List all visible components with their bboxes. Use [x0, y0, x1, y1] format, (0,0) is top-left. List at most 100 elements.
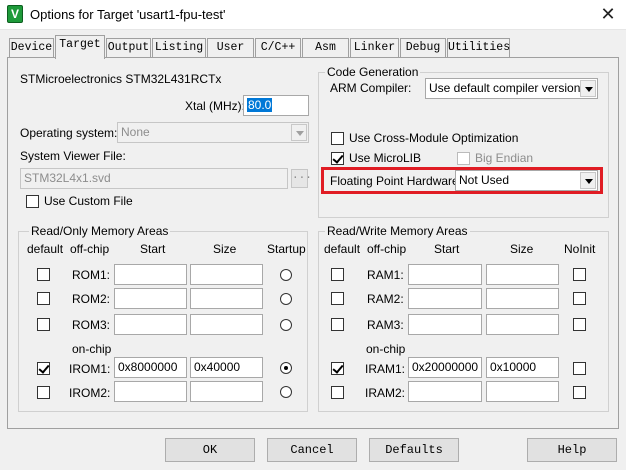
defaults-button[interactable]: Defaults [369, 438, 459, 462]
ram3-size-input[interactable] [486, 314, 559, 335]
rom2-label: ROM2: [72, 292, 111, 306]
iram2-size-input[interactable] [486, 381, 559, 402]
ro-col-start: Start [140, 242, 166, 256]
os-select[interactable]: None [117, 122, 309, 143]
ro-col-startup: Startup [267, 242, 306, 256]
ram3-start-input[interactable] [408, 314, 482, 335]
tab-asm[interactable]: Asm [302, 38, 349, 58]
ram1-size-input[interactable] [486, 264, 559, 285]
irom1-default-checkbox[interactable] [37, 362, 50, 375]
tab-c-cpp[interactable]: C/C++ [255, 38, 301, 58]
iram2-default-checkbox[interactable] [331, 386, 344, 399]
irom1-startup-radio[interactable] [280, 362, 292, 374]
cancel-button[interactable]: Cancel [267, 438, 357, 462]
irom1-label: IROM1: [69, 362, 111, 376]
ok-button[interactable]: OK [165, 438, 255, 462]
arm-compiler-select[interactable]: Use default compiler version 5 [425, 78, 598, 99]
svd-file-input[interactable]: STM32L4x1.svd [20, 168, 288, 189]
title-bar: V Options for Target 'usart1-fpu-test' ✕ [0, 0, 626, 30]
iram1-label: IRAM1: [365, 362, 406, 376]
code-generation-legend: Code Generation [325, 65, 421, 79]
rom1-label: ROM1: [72, 268, 111, 282]
tab-strip: Device Target Output Listing User C/C++ … [0, 30, 626, 59]
rom1-default-checkbox[interactable] [37, 268, 50, 281]
rom1-startup-radio[interactable] [280, 269, 292, 281]
irom1-size-input[interactable]: 0x40000 [190, 357, 263, 378]
rom3-label: ROM3: [72, 318, 111, 332]
irom2-start-input[interactable] [114, 381, 187, 402]
os-label: Operating system: [20, 126, 118, 140]
ro-memory-legend: Read/Only Memory Areas [29, 224, 171, 238]
ram3-label: RAM3: [367, 318, 404, 332]
tab-listing[interactable]: Listing [152, 38, 206, 58]
browse-button[interactable]: ... [291, 169, 312, 188]
tab-user[interactable]: User [207, 38, 254, 58]
big-endian-checkbox[interactable] [457, 152, 470, 165]
chevron-down-icon [291, 124, 307, 141]
floating-point-hardware-select[interactable]: Not Used [455, 170, 598, 191]
chevron-down-icon [580, 172, 596, 189]
rom3-start-input[interactable] [114, 314, 187, 335]
device-name: STMicroelectronics STM32L431RCTx [20, 72, 222, 86]
rom1-start-input[interactable] [114, 264, 187, 285]
use-custom-file-label: Use Custom File [44, 194, 133, 208]
rom3-default-checkbox[interactable] [37, 318, 50, 331]
rom2-startup-radio[interactable] [280, 293, 292, 305]
floating-point-hardware-label: Floating Point Hardware: [330, 174, 463, 188]
use-custom-file-checkbox[interactable] [26, 195, 39, 208]
chevron-down-icon [580, 80, 596, 97]
tab-utilities[interactable]: Utilities [447, 38, 510, 58]
rom2-default-checkbox[interactable] [37, 292, 50, 305]
ram2-noinit-checkbox[interactable] [573, 292, 586, 305]
svd-label: System Viewer File: [20, 149, 126, 163]
tab-device[interactable]: Device [9, 38, 54, 58]
ram1-label: RAM1: [367, 268, 404, 282]
window-title: Options for Target 'usart1-fpu-test' [30, 7, 226, 22]
irom2-startup-radio[interactable] [280, 386, 292, 398]
tab-output[interactable]: Output [106, 38, 151, 58]
rom3-startup-radio[interactable] [280, 319, 292, 331]
ram2-size-input[interactable] [486, 288, 559, 309]
iram1-size-input[interactable]: 0x10000 [486, 357, 559, 378]
rw-col-noinit: NoInit [564, 242, 596, 256]
ram1-default-checkbox[interactable] [331, 268, 344, 281]
iram1-default-checkbox[interactable] [331, 362, 344, 375]
use-microlib-label: Use MicroLIB [349, 151, 422, 165]
xtal-input[interactable]: 80.0 [243, 95, 309, 116]
rw-col-size: Size [510, 242, 534, 256]
iram1-noinit-checkbox[interactable] [573, 362, 586, 375]
close-icon[interactable]: ✕ [597, 4, 619, 24]
tab-linker[interactable]: Linker [350, 38, 399, 58]
rom2-start-input[interactable] [114, 288, 187, 309]
big-endian-label: Big Endian [475, 151, 534, 165]
rom1-size-input[interactable] [190, 264, 263, 285]
ram1-noinit-checkbox[interactable] [573, 268, 586, 281]
irom2-size-input[interactable] [190, 381, 263, 402]
ram2-default-checkbox[interactable] [331, 292, 344, 305]
rw-memory-legend: Read/Write Memory Areas [325, 224, 470, 238]
cross-module-optimization-checkbox[interactable] [331, 132, 344, 145]
rom3-size-input[interactable] [190, 314, 263, 335]
tab-debug[interactable]: Debug [400, 38, 446, 58]
iram2-noinit-checkbox[interactable] [573, 386, 586, 399]
rom2-size-input[interactable] [190, 288, 263, 309]
use-microlib-checkbox[interactable] [331, 152, 344, 165]
rw-col-start: Start [434, 242, 460, 256]
rw-col-offchip: off-chip [367, 242, 407, 256]
iram2-start-input[interactable] [408, 381, 482, 402]
ram3-default-checkbox[interactable] [331, 318, 344, 331]
irom1-start-input[interactable]: 0x8000000 [114, 357, 187, 378]
ro-col-size: Size [213, 242, 237, 256]
ram2-label: RAM2: [367, 292, 404, 306]
irom2-default-checkbox[interactable] [37, 386, 50, 399]
ram1-start-input[interactable] [408, 264, 482, 285]
ram3-noinit-checkbox[interactable] [573, 318, 586, 331]
iram1-start-input[interactable]: 0x20000000 [408, 357, 482, 378]
rw-onchip-label: on-chip [366, 342, 406, 356]
tab-target[interactable]: Target [55, 35, 105, 59]
xtal-label: Xtal (MHz): [185, 99, 245, 113]
keil-app-icon: V [7, 5, 23, 23]
ram2-start-input[interactable] [408, 288, 482, 309]
irom2-label: IROM2: [69, 386, 111, 400]
help-button[interactable]: Help [527, 438, 617, 462]
